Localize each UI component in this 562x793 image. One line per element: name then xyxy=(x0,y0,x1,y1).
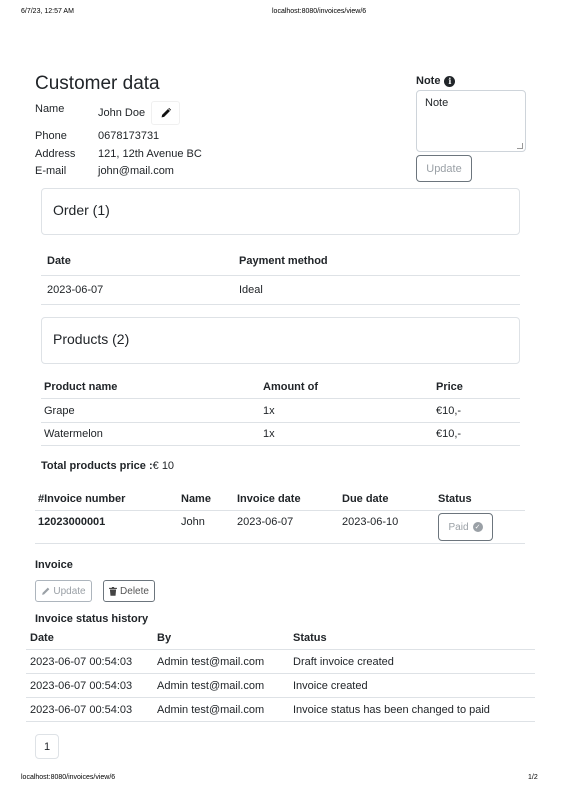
pencil-icon xyxy=(42,587,50,595)
invoice-header-status: Status xyxy=(438,493,472,505)
trash-icon xyxy=(109,586,117,596)
order-header-divider xyxy=(41,275,520,276)
history-header-by: By xyxy=(157,632,172,644)
history-by: Admin test@mail.com xyxy=(157,656,265,668)
invoice-status-label: Paid xyxy=(448,521,469,533)
invoice-number: 12023000001 xyxy=(38,516,106,528)
products-total-value: € 10 xyxy=(152,460,175,472)
products-header-name: Product name xyxy=(44,381,118,393)
products-total: Total products price :€ 10 xyxy=(41,460,174,472)
products-header-amount: Amount of xyxy=(263,381,318,393)
note-update-button[interactable]: Update xyxy=(416,155,472,182)
note-text: Note xyxy=(425,97,449,109)
invoice-delete-button[interactable]: Delete xyxy=(103,580,155,602)
invoice-update-button[interactable]: Update xyxy=(35,580,92,602)
email-label: E-mail xyxy=(35,165,67,177)
invoice-customer-name: John xyxy=(181,516,205,528)
note-heading: Note i xyxy=(416,75,456,87)
invoice-header-number: #Invoice number xyxy=(38,493,126,505)
print-header-url: localhost:8080/invoices/view/6 xyxy=(272,8,367,15)
invoice-header-divider xyxy=(35,510,525,511)
products-header-price: Price xyxy=(436,381,463,393)
product-amount: 1x xyxy=(263,405,275,417)
info-icon[interactable]: i xyxy=(444,75,456,87)
history-row-divider xyxy=(26,721,535,722)
address-label: Address xyxy=(35,148,76,160)
check-circle-icon: ✓ xyxy=(472,522,483,532)
history-date: 2023-06-07 00:54:03 xyxy=(30,680,133,692)
history-date: 2023-06-07 00:54:03 xyxy=(30,656,133,668)
history-status: Invoice created xyxy=(293,680,368,692)
phone-label: Phone xyxy=(35,130,67,142)
customer-email: john@mail.com xyxy=(98,165,174,177)
history-row-divider xyxy=(26,673,535,674)
name-label: Name xyxy=(35,103,65,115)
product-row-divider xyxy=(41,422,520,423)
order-card-title: Order (1) xyxy=(53,202,110,218)
invoice-date: 2023-06-07 xyxy=(237,516,294,528)
print-page-number: 1/2 xyxy=(528,774,538,781)
products-header-divider xyxy=(41,398,520,399)
product-amount: 1x xyxy=(263,428,275,440)
edit-name-button[interactable] xyxy=(151,101,180,125)
pencil-icon xyxy=(161,107,171,118)
order-header-payment: Payment method xyxy=(239,255,328,267)
invoice-header-due-date: Due date xyxy=(342,493,389,505)
product-name: Grape xyxy=(44,405,75,417)
customer-phone: 0678173731 xyxy=(98,130,160,142)
product-name: Watermelon xyxy=(44,428,103,440)
products-total-label: Total products price : xyxy=(41,460,153,472)
history-header-divider xyxy=(26,649,535,650)
customer-name: John Doe xyxy=(98,107,146,119)
history-header-date: Date xyxy=(30,632,54,644)
history-status: Invoice status has been changed to paid xyxy=(293,704,490,716)
history-by: Admin test@mail.com xyxy=(157,680,265,692)
history-title: Invoice status history xyxy=(35,613,149,625)
product-price: €10,- xyxy=(436,405,462,417)
order-date: 2023-06-07 xyxy=(47,284,104,296)
history-row-divider xyxy=(26,697,535,698)
history-header-status: Status xyxy=(293,632,327,644)
note-textarea[interactable]: Note xyxy=(416,90,526,152)
invoice-update-label: Update xyxy=(53,585,86,597)
invoice-header-name: Name xyxy=(181,493,211,505)
product-price: €10,- xyxy=(436,428,462,440)
invoice-delete-label: Delete xyxy=(120,585,149,597)
print-footer-url: localhost:8080/invoices/view/6 xyxy=(21,774,116,781)
resize-handle-icon[interactable] xyxy=(517,143,523,149)
order-payment-method: Ideal xyxy=(239,284,263,296)
invoice-row-divider xyxy=(35,543,525,544)
order-row-divider xyxy=(41,304,520,305)
invoice-actions-title: Invoice xyxy=(35,559,73,571)
invoice-due-date: 2023-06-10 xyxy=(342,516,399,528)
invoice-header-date: Invoice date xyxy=(237,493,301,505)
history-status: Draft invoice created xyxy=(293,656,394,668)
pagination-page-1[interactable]: 1 xyxy=(35,734,59,759)
print-datetime: 6/7/23, 12:57 AM xyxy=(21,8,74,15)
invoice-status-badge[interactable]: Paid ✓ xyxy=(438,513,493,541)
order-header-date: Date xyxy=(47,255,71,267)
product-row-divider xyxy=(41,445,520,446)
order-card: Order (1) xyxy=(41,188,520,235)
history-by: Admin test@mail.com xyxy=(157,704,265,716)
history-date: 2023-06-07 00:54:03 xyxy=(30,704,133,716)
note-title: Note xyxy=(416,75,441,87)
products-card-title: Products (2) xyxy=(53,331,130,347)
customer-address: 121, 12th Avenue BC xyxy=(98,148,202,160)
products-card: Products (2) xyxy=(41,317,520,364)
customer-data-title: Customer data xyxy=(35,73,160,94)
